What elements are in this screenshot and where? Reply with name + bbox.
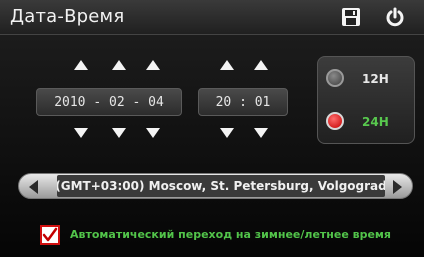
hour-up-arrow[interactable] (220, 60, 234, 70)
hour-down-arrow[interactable] (220, 128, 234, 138)
radio-24h[interactable] (326, 112, 344, 130)
dst-checkbox[interactable] (40, 225, 60, 245)
timezone-next-arrow[interactable] (393, 180, 402, 194)
year-up-arrow[interactable] (74, 60, 88, 70)
page-title: Дата-Время (10, 6, 125, 27)
label-24h: 24H (362, 115, 389, 129)
date-value: 2010 - 02 - 04 (54, 94, 164, 110)
save-icon[interactable] (340, 6, 362, 28)
time-field[interactable]: 20 : 01 (198, 88, 288, 116)
time-value: 20 : 01 (215, 94, 271, 110)
header-bar: Дата-Время (0, 0, 424, 35)
checkmark-icon (42, 227, 58, 242)
dst-label: Автоматический переход на зимнее/летнее … (70, 228, 391, 241)
day-up-arrow[interactable] (146, 60, 160, 70)
year-down-arrow[interactable] (74, 128, 88, 138)
timezone-selector: (GMT+03:00) Moscow, St. Petersburg, Volg… (18, 173, 413, 199)
minute-up-arrow[interactable] (254, 60, 268, 70)
month-up-arrow[interactable] (112, 60, 126, 70)
day-down-arrow[interactable] (146, 128, 160, 138)
month-down-arrow[interactable] (112, 128, 126, 138)
timezone-prev-arrow[interactable] (29, 180, 38, 194)
timezone-value[interactable]: (GMT+03:00) Moscow, St. Petersburg, Volg… (57, 175, 385, 197)
radio-12h[interactable] (326, 69, 344, 87)
minute-down-arrow[interactable] (254, 128, 268, 138)
label-12h: 12H (362, 72, 389, 86)
power-icon[interactable] (384, 6, 406, 28)
time-format-panel: 12H 24H (317, 56, 415, 144)
date-field[interactable]: 2010 - 02 - 04 (36, 88, 182, 116)
